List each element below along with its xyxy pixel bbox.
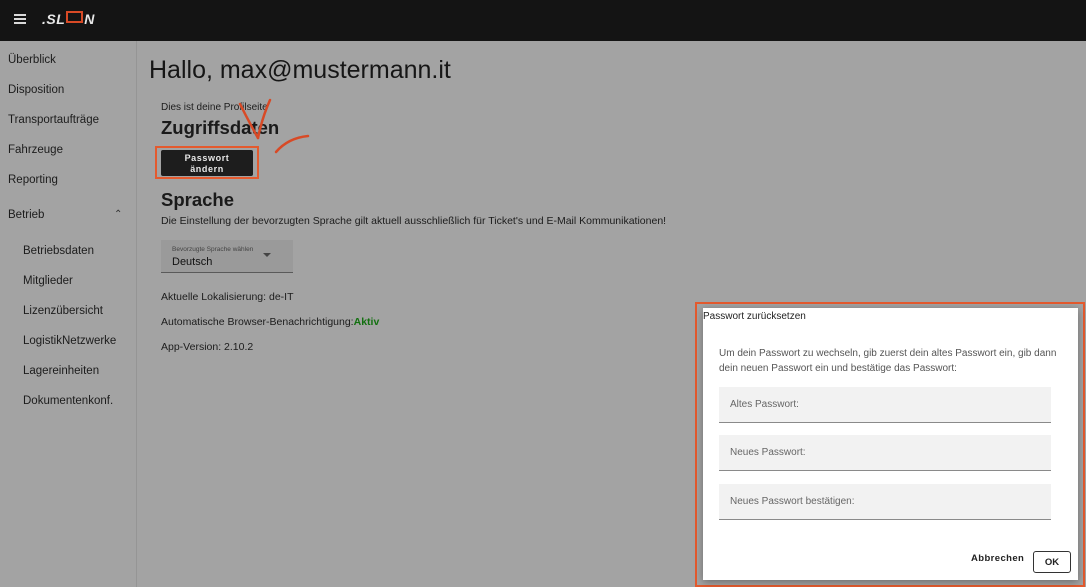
- sidebar-item-betrieb[interactable]: Betrieb: [8, 209, 44, 221]
- app-logo[interactable]: .SL N: [42, 11, 95, 27]
- chevron-up-icon[interactable]: ⌃: [114, 209, 122, 220]
- sidebar-item-reporting[interactable]: Reporting: [8, 174, 58, 186]
- cancel-button[interactable]: Abbrechen: [971, 553, 1024, 564]
- language-heading: Sprache: [161, 189, 235, 210]
- confirm-password-field[interactable]: Neues Passwort bestätigen:: [719, 484, 1051, 520]
- language-select-label: Bevorzugte Sprache wählen: [172, 246, 254, 253]
- sidebar-item-lagereinheiten[interactable]: Lagereinheiten: [23, 365, 99, 377]
- new-password-field[interactable]: Neues Passwort:: [719, 435, 1051, 471]
- ok-button[interactable]: OK: [1033, 551, 1071, 573]
- new-password-placeholder: Neues Passwort:: [730, 447, 806, 458]
- hamburger-menu-icon[interactable]: [14, 14, 26, 24]
- app-version: App-Version: 2.10.2: [161, 341, 254, 353]
- sidebar-item-ueberblick[interactable]: Überblick: [8, 54, 56, 66]
- dialog-title: Passwort zurücksetzen: [703, 311, 806, 322]
- language-select-value: Deutsch: [172, 256, 213, 268]
- confirm-password-placeholder: Neues Passwort bestätigen:: [730, 496, 855, 507]
- sidebar-item-dokumentenkonf[interactable]: Dokumentenkonf.: [23, 395, 113, 407]
- sidebar-item-fahrzeuge[interactable]: Fahrzeuge: [8, 144, 63, 156]
- notification-label: Automatische Browser-Benachrichtigung:: [161, 316, 354, 328]
- old-password-field[interactable]: Altes Passwort:: [719, 387, 1051, 423]
- page-title: Hallo, max@mustermann.it: [149, 56, 451, 84]
- sidebar-item-disposition[interactable]: Disposition: [8, 84, 64, 96]
- sidebar-item-mitglieder[interactable]: Mitglieder: [23, 275, 73, 287]
- language-select[interactable]: Bevorzugte Sprache wählen Deutsch: [161, 240, 293, 273]
- old-password-placeholder: Altes Passwort:: [730, 399, 799, 410]
- highlight-change-password: [155, 146, 259, 179]
- localization-info: Aktuelle Lokalisierung: de-IT: [161, 291, 294, 303]
- sidebar-item-betriebsdaten[interactable]: Betriebsdaten: [23, 245, 94, 257]
- profile-note: Dies ist deine Profilseite: [161, 102, 268, 113]
- sidebar-item-transportauftraege[interactable]: Transportaufträge: [8, 114, 99, 126]
- sidebar-item-logistiknetzwerke[interactable]: LogistikNetzwerke: [23, 335, 116, 347]
- sidebar: Überblick Disposition Transportaufträge …: [0, 41, 137, 587]
- password-reset-dialog: Passwort zurücksetzen Um dein Passwort z…: [703, 308, 1078, 580]
- dialog-description: Um dein Passwort zu wechseln, gib zuerst…: [719, 348, 1057, 374]
- sidebar-item-lizenzuebersicht[interactable]: Lizenzübersicht: [23, 305, 103, 317]
- language-note: Die Einstellung der bevorzugten Sprache …: [161, 215, 667, 227]
- notification-info: Automatische Browser-Benachrichtigung:Ak…: [161, 316, 379, 328]
- notification-status: Aktiv: [353, 316, 380, 328]
- access-data-heading: Zugriffsdaten: [161, 117, 280, 138]
- dropdown-arrow-icon: [263, 253, 271, 257]
- top-bar: .SL N: [0, 0, 1086, 41]
